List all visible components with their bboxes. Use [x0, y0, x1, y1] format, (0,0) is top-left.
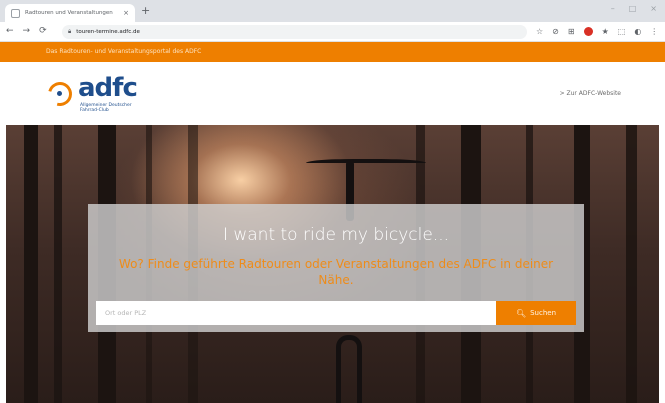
window-controls: – □ × — [611, 4, 657, 13]
logo-subtitle: Allgemeiner Deutscher Fahrrad-Club — [80, 103, 132, 113]
extension-red-icon[interactable] — [583, 27, 593, 36]
logo-wordmark: adfc — [78, 73, 138, 103]
search-icon: 🔍︎ — [515, 308, 527, 318]
back-icon[interactable]: ← — [6, 25, 14, 37]
adfc-website-link[interactable]: > Zur ADFC-Website — [560, 90, 621, 97]
tab-title: Radtouren und Veranstaltungen — [25, 10, 113, 16]
tree-trunk — [626, 125, 637, 403]
top-banner: Das Radtouren- und Veranstaltungsportal … — [0, 42, 665, 62]
hero-title: I want to ride my bicycle... — [222, 225, 450, 245]
logo-dot-icon — [57, 91, 62, 96]
site-header: adfc Allgemeiner Deutscher Fahrrad-Club … — [0, 62, 665, 125]
close-window-button[interactable]: × — [650, 4, 657, 13]
tab-favicon-icon — [11, 8, 20, 18]
hero-subtitle: Wo? Finde geführte Radtouren oder Verans… — [118, 257, 554, 287]
browser-tab-strip: Radtouren und Veranstaltungen × + – □ × — [0, 0, 665, 22]
new-tab-button[interactable]: + — [141, 5, 150, 17]
menu-kebab-icon[interactable]: ⋮ — [650, 26, 658, 37]
reload-icon[interactable]: ⟳ — [39, 25, 47, 37]
bicycle-handlebar — [306, 159, 426, 169]
url-text[interactable]: touren-termine.adfc.de — [76, 29, 140, 35]
tree-trunk — [24, 125, 38, 403]
tree-trunk — [54, 125, 62, 403]
extension-star-icon[interactable]: ★ — [602, 26, 609, 37]
browser-toolbar: ← → ⟳ 🔒︎ touren-termine.adfc.de ☆ ⊘ ⊞ ★ … — [0, 22, 665, 42]
search-button-label: Suchen — [530, 309, 557, 317]
forward-icon[interactable]: → — [23, 25, 31, 37]
extension-grid-icon[interactable]: ⊞ — [568, 26, 575, 37]
search-button[interactable]: 🔍︎ Suchen — [496, 301, 576, 325]
bicycle-fork — [336, 335, 362, 403]
profile-avatar-icon[interactable]: ◐ — [634, 26, 641, 37]
location-search-input[interactable] — [96, 301, 496, 325]
tab-close-icon[interactable]: × — [123, 9, 129, 17]
nav-buttons: ← → ⟳ — [6, 25, 47, 37]
browser-tab[interactable]: Radtouren und Veranstaltungen × — [5, 4, 135, 22]
extension-block-icon[interactable]: ⊘ — [552, 26, 559, 37]
banner-text: Das Radtouren- und Veranstaltungsportal … — [46, 48, 202, 55]
adfc-logo[interactable]: adfc Allgemeiner Deutscher Fahrrad-Club — [43, 73, 168, 114]
bookmark-star-icon[interactable]: ☆ — [536, 26, 543, 37]
toolbar-extensions: ☆ ⊘ ⊞ ★ ⬚ ◐ ⋮ — [536, 26, 658, 37]
minimize-button[interactable]: – — [611, 4, 615, 13]
lock-icon[interactable]: 🔒︎ — [68, 28, 71, 36]
maximize-button[interactable]: □ — [629, 4, 637, 13]
address-bar[interactable]: 🔒︎ touren-termine.adfc.de — [62, 25, 527, 39]
extension-puzzle-icon[interactable]: ⬚ — [618, 26, 626, 37]
